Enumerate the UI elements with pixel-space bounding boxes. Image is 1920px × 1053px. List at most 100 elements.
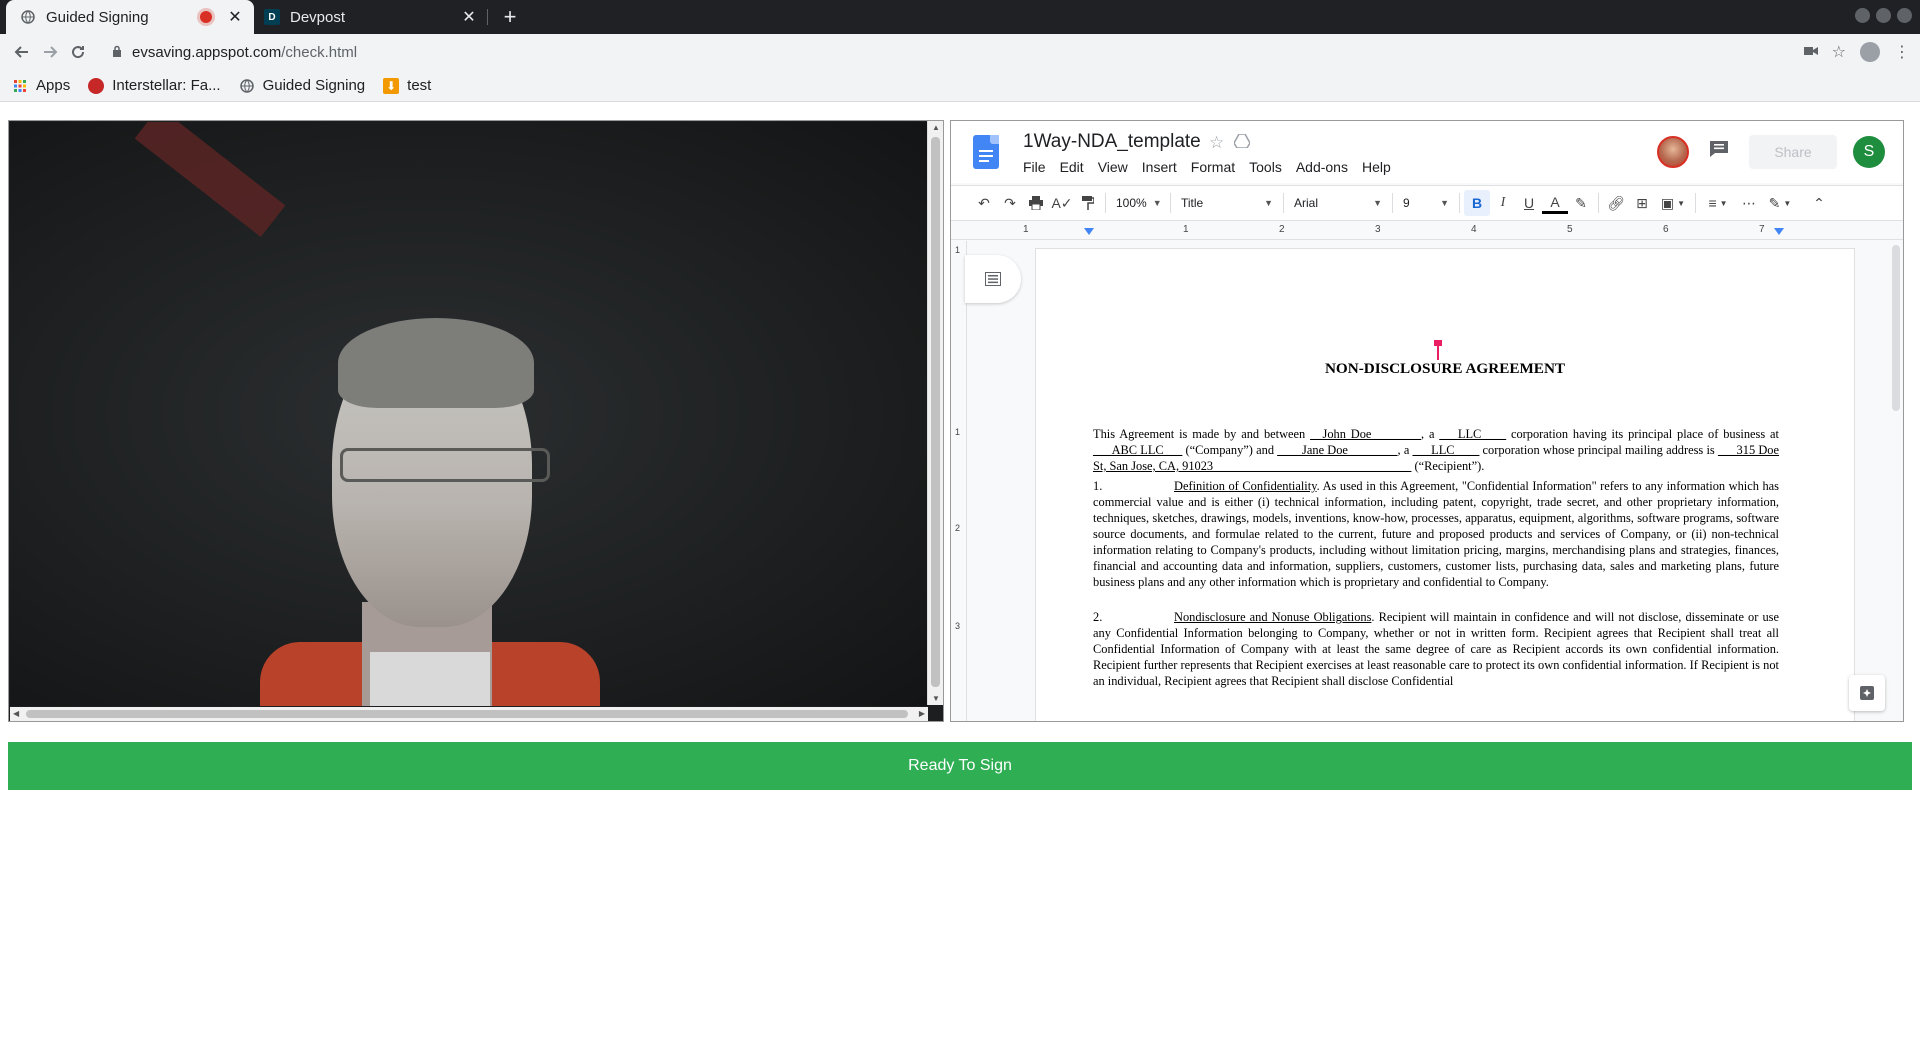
tab-guided-signing[interactable]: Guided Signing ✕ <box>6 0 254 34</box>
menu-edit[interactable]: Edit <box>1060 159 1084 175</box>
align-left-icon[interactable]: ≡ ▼ <box>1700 190 1736 216</box>
section-number: 1. <box>1093 479 1103 493</box>
section-heading: Definition of Confidentiality <box>1174 479 1317 493</box>
comment-history-icon[interactable] <box>1705 140 1733 164</box>
bold-icon[interactable]: B <box>1464 190 1490 216</box>
new-tab-button[interactable]: + <box>496 0 524 34</box>
vertical-ruler-number: 3 <box>955 621 961 631</box>
insert-link-icon[interactable]: 🔗︎ <box>1603 190 1629 216</box>
tab-devpost[interactable]: D Devpost ✕ <box>256 0 488 34</box>
zoom-select[interactable]: 100% ▼ <box>1110 190 1166 216</box>
back-button[interactable] <box>8 38 36 66</box>
undo-icon[interactable]: ↶ <box>971 190 997 216</box>
scrollbar-thumb[interactable] <box>1892 245 1900 411</box>
company-field: ___ABC LLC___ <box>1093 443 1183 457</box>
scroll-right-arrow-icon[interactable]: ▶ <box>919 709 925 718</box>
right-indent-marker-icon[interactable] <box>1774 228 1784 235</box>
video-vertical-scrollbar[interactable]: ▲ ▼ <box>927 121 943 705</box>
tab-separator <box>487 9 488 25</box>
add-comment-icon[interactable]: ⊞ <box>1629 190 1655 216</box>
paint-format-icon[interactable] <box>1075 190 1101 216</box>
intro-text: , a <box>1397 443 1413 457</box>
address-bar[interactable]: evsaving.appspot.com/check.html <box>112 37 1920 67</box>
scrollbar-thumb[interactable] <box>931 137 940 687</box>
camera-in-use-icon[interactable] <box>1803 43 1818 61</box>
menu-kebab-icon[interactable]: ⋮ <box>1894 42 1910 62</box>
docs-header: 1Way-NDA_template ☆ File Edit View Inser… <box>951 121 1903 183</box>
insert-image-icon[interactable]: ▣ ▼ <box>1655 190 1691 216</box>
bookmark-interstellar[interactable]: Interstellar: Fa... <box>88 77 221 94</box>
collaborator-avatar[interactable] <box>1657 136 1689 168</box>
bookmark-apps[interactable]: Apps <box>12 77 70 94</box>
share-button[interactable]: Share <box>1749 135 1837 169</box>
webcam-video <box>10 122 928 706</box>
bookmark-test[interactable]: ⬇ test <box>383 77 431 94</box>
apps-grid-icon <box>12 78 28 94</box>
toolbar-divider <box>1283 193 1284 213</box>
menu-tools[interactable]: Tools <box>1249 159 1282 175</box>
profile-avatar-icon[interactable] <box>1860 42 1880 62</box>
ruler-number: 4 <box>1471 224 1477 235</box>
menu-view[interactable]: View <box>1098 159 1128 175</box>
vertical-ruler: 1 1 2 3 <box>951 241 967 721</box>
left-indent-marker-icon[interactable] <box>1084 228 1094 235</box>
bookmark-label: test <box>407 77 432 94</box>
intro-text: (“Company”) and <box>1182 443 1278 457</box>
reload-button[interactable] <box>64 38 92 66</box>
text-color-icon[interactable]: A <box>1542 192 1568 214</box>
intro-text: (“Recipient”). <box>1411 459 1485 473</box>
forward-button[interactable] <box>36 38 64 66</box>
google-docs-logo-icon[interactable] <box>973 135 999 169</box>
font-value: Arial <box>1294 196 1319 210</box>
menu-insert[interactable]: Insert <box>1142 159 1177 175</box>
scroll-down-arrow-icon[interactable]: ▼ <box>932 694 940 703</box>
section-heading: Nondisclosure and Nonuse Obligations <box>1174 610 1372 624</box>
scroll-left-arrow-icon[interactable]: ◀ <box>13 709 19 718</box>
globe-icon <box>20 9 36 25</box>
editing-mode-icon[interactable]: ✎ ▼ <box>1762 190 1798 216</box>
ready-to-sign-button[interactable]: Ready To Sign <box>8 742 1912 790</box>
document-outline-icon[interactable] <box>965 255 1021 303</box>
caret-down-icon: ▼ <box>1440 198 1449 208</box>
italic-icon[interactable]: I <box>1490 190 1516 216</box>
minimize-window-icon[interactable] <box>1855 8 1870 23</box>
maximize-window-icon[interactable] <box>1876 8 1891 23</box>
caret-down-icon: ▼ <box>1152 198 1162 208</box>
document-title[interactable]: 1Way-NDA_template <box>1023 131 1201 153</box>
explore-icon[interactable] <box>1849 675 1885 711</box>
forward-arrow-icon <box>44 46 58 58</box>
bookmark-star-icon[interactable]: ☆ <box>1832 42 1846 62</box>
lock-icon <box>112 45 122 60</box>
bookmark-guided-signing[interactable]: Guided Signing <box>239 77 365 94</box>
horizontal-ruler[interactable]: 1 1 2 3 4 5 6 7 <box>951 222 1903 240</box>
document-page[interactable]: NON-DISCLOSURE AGREEMENT This Agreement … <box>1036 249 1854 721</box>
print-icon[interactable] <box>1023 190 1049 216</box>
spellcheck-icon[interactable]: A✓ <box>1049 190 1075 216</box>
menu-add-ons[interactable]: Add-ons <box>1296 159 1348 175</box>
font-size-select[interactable]: 9 ▼ <box>1397 190 1455 216</box>
menu-help[interactable]: Help <box>1362 159 1391 175</box>
star-icon[interactable]: ☆ <box>1209 133 1224 153</box>
docs-formatting-toolbar: ↶ ↷ A✓ 100% ▼ Title ▼ Arial ▼ 9 ▼ B I U A ✎ … <box>951 185 1903 221</box>
scrollbar-thumb[interactable] <box>26 710 908 718</box>
font-family-select[interactable]: Arial ▼ <box>1288 190 1388 216</box>
docs-vertical-scrollbar[interactable] <box>1889 241 1903 721</box>
highlight-color-icon[interactable]: ✎ <box>1568 190 1594 216</box>
scroll-up-arrow-icon[interactable]: ▲ <box>932 123 940 132</box>
close-window-icon[interactable] <box>1897 8 1912 23</box>
redo-icon[interactable]: ↷ <box>997 190 1023 216</box>
collapse-menus-icon[interactable]: ⌃ <box>1806 190 1832 216</box>
menu-format[interactable]: Format <box>1191 159 1235 175</box>
menu-file[interactable]: File <box>1023 159 1046 175</box>
intro-text: , a <box>1420 427 1440 441</box>
intro-text: corporation whose principal mailing addr… <box>1479 443 1718 457</box>
more-options-icon[interactable]: ⋯ <box>1736 190 1762 216</box>
tab-title: Devpost <box>290 8 346 26</box>
paragraph-style-select[interactable]: Title ▼ <box>1175 190 1279 216</box>
video-horizontal-scrollbar[interactable]: ◀ ▶ <box>10 707 928 721</box>
underline-icon[interactable]: U <box>1516 190 1542 216</box>
move-to-drive-icon[interactable] <box>1233 133 1252 153</box>
close-tab-icon[interactable]: ✕ <box>460 7 478 27</box>
user-avatar[interactable]: S <box>1853 136 1885 168</box>
close-tab-icon[interactable]: ✕ <box>226 7 244 27</box>
